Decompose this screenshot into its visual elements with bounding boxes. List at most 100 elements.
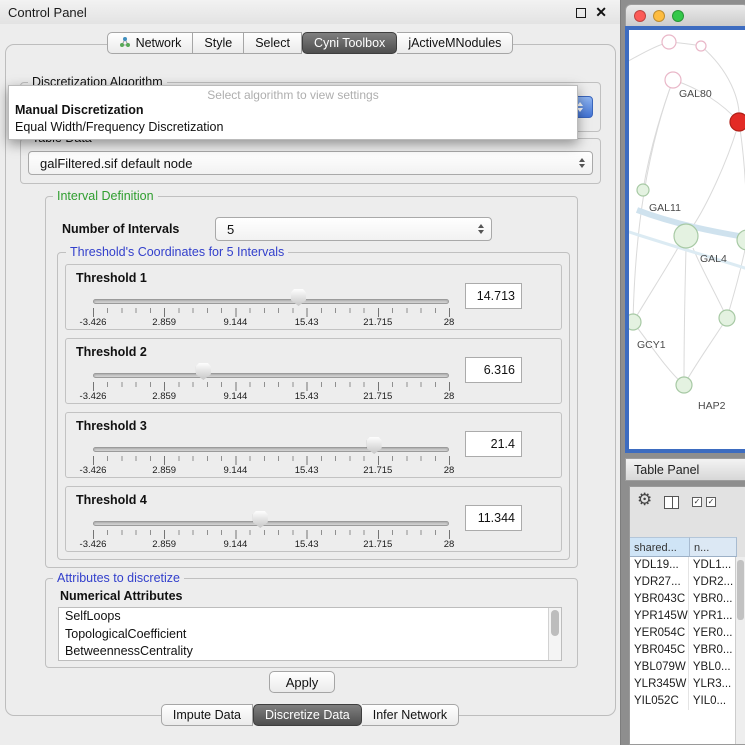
algorithm-hint: Select algorithm to view settings bbox=[9, 86, 577, 102]
network-edge[interactable] bbox=[673, 80, 739, 122]
table-row[interactable]: YBL079WYBL0... bbox=[630, 659, 735, 676]
threshold-label: Threshold 4 bbox=[76, 493, 147, 507]
column-header-1[interactable]: shared... bbox=[630, 537, 690, 557]
tick-label: 28 bbox=[444, 465, 455, 476]
algorithm-option-manual-discretization[interactable]: Manual Discretization bbox=[9, 102, 577, 119]
tick-label: 15.43 bbox=[295, 465, 319, 476]
threshold-slider[interactable]: -3.4262.8599.14415.4321.71528 bbox=[86, 507, 458, 551]
close-traffic-light-icon[interactable] bbox=[634, 10, 646, 22]
minimize-traffic-light-icon[interactable] bbox=[653, 10, 665, 22]
table-data-combobox[interactable]: galFiltered.sif default node bbox=[28, 151, 593, 175]
table-row[interactable]: YBR043CYBR0... bbox=[630, 591, 735, 608]
node-label-gal80: GAL80 bbox=[679, 88, 712, 100]
table-cell: YER054C bbox=[630, 625, 689, 642]
threshold-value-field[interactable] bbox=[465, 283, 522, 309]
network-edge[interactable] bbox=[739, 122, 745, 240]
table-row[interactable]: YBR045CYBR0... bbox=[630, 642, 735, 659]
threshold-slider[interactable]: -3.4262.8599.14415.4321.71528 bbox=[86, 285, 458, 329]
zoom-traffic-light-icon[interactable] bbox=[672, 10, 684, 22]
tick-label: 2.859 bbox=[152, 539, 176, 550]
tab-jactivemnodules[interactable]: jActiveMNodules bbox=[397, 32, 513, 54]
attributes-list-scrollbar[interactable] bbox=[548, 608, 561, 660]
network-node[interactable] bbox=[730, 113, 745, 131]
table-row[interactable]: YER054CYER0... bbox=[630, 625, 735, 642]
threshold-panel-3: Threshold 3-3.4262.8599.14415.4321.71528 bbox=[65, 412, 562, 478]
tab-select[interactable]: Select bbox=[244, 32, 302, 54]
network-edge[interactable] bbox=[684, 318, 727, 385]
top-tab-strip: Network Style Select Cyni ToolboxjActiveMNo… bbox=[0, 32, 620, 54]
bottom-tab-strip: Impute DataDiscretize Data Infer Network bbox=[0, 704, 620, 726]
network-edge[interactable] bbox=[633, 246, 679, 322]
table-panel-header[interactable]: Table Panel bbox=[625, 458, 745, 481]
tab-label: Select bbox=[255, 36, 290, 50]
tab-label: Network bbox=[136, 36, 182, 50]
network-node[interactable] bbox=[676, 377, 692, 393]
network-node[interactable] bbox=[662, 35, 676, 49]
table-row[interactable]: YPR145WYPR1... bbox=[630, 608, 735, 625]
attribute-item-topologicalcoefficient[interactable]: TopologicalCoefficient bbox=[59, 626, 561, 644]
network-edge[interactable] bbox=[633, 322, 684, 385]
network-node[interactable] bbox=[629, 314, 641, 330]
network-edge[interactable] bbox=[684, 249, 686, 385]
threshold-slider[interactable]: -3.4262.8599.14415.4321.71528 bbox=[86, 359, 458, 403]
tab-impute-data[interactable]: Impute Data bbox=[161, 704, 253, 726]
table-row[interactable]: YIL052CYIL0... bbox=[630, 693, 735, 710]
select-all-checkbox-icon[interactable]: ✓ bbox=[692, 497, 702, 507]
close-window-icon[interactable]: ✕ bbox=[595, 4, 607, 21]
select-none-checkbox-icon[interactable]: ✓ bbox=[706, 497, 716, 507]
table-header-row: shared...n... bbox=[630, 537, 737, 557]
table-cell: YER0... bbox=[689, 625, 735, 642]
threshold-value-field[interactable] bbox=[465, 431, 522, 457]
network-edge[interactable] bbox=[633, 80, 673, 322]
network-canvas[interactable]: GAL80GAL11GAL4GCY1HAP2 bbox=[629, 30, 745, 449]
column-header-2[interactable]: n... bbox=[690, 537, 737, 557]
network-edge[interactable] bbox=[693, 122, 739, 226]
node-label-gcy1: GCY1 bbox=[637, 339, 666, 351]
table-row[interactable]: YDL19...YDL1... bbox=[630, 557, 735, 574]
network-edge[interactable] bbox=[701, 46, 739, 122]
network-node[interactable] bbox=[665, 72, 681, 88]
tick-label: 21.715 bbox=[363, 391, 392, 402]
tab-discretize-data[interactable]: Discretize Data bbox=[253, 704, 362, 726]
float-window-icon[interactable] bbox=[576, 8, 586, 18]
threshold-panel-2: Threshold 2-3.4262.8599.14415.4321.71528 bbox=[65, 338, 562, 404]
threshold-value-field[interactable] bbox=[465, 357, 522, 383]
node-label-gal11: GAL11 bbox=[649, 202, 681, 214]
algorithm-option-equal-width-frequency-discretization[interactable]: Equal Width/Frequency Discretization bbox=[9, 119, 577, 136]
slider-track[interactable] bbox=[93, 373, 449, 378]
tab-infer-network[interactable]: Infer Network bbox=[362, 704, 459, 726]
network-view-window: GAL80GAL11GAL4GCY1HAP2 bbox=[625, 4, 745, 453]
threshold-slider[interactable]: -3.4262.8599.14415.4321.71528 bbox=[86, 433, 458, 477]
tick-label: 9.144 bbox=[224, 391, 248, 402]
slider-track[interactable] bbox=[93, 521, 449, 526]
num-intervals-combobox[interactable]: 5 bbox=[215, 217, 492, 241]
gear-icon[interactable]: ⚙ bbox=[637, 490, 652, 510]
tab-label: Infer Network bbox=[373, 708, 447, 722]
network-view-frame: GAL80GAL11GAL4GCY1HAP2 bbox=[625, 26, 745, 453]
scrollbar-thumb[interactable] bbox=[551, 610, 559, 636]
table-row[interactable]: YLR345WYLR3... bbox=[630, 676, 735, 693]
network-edge[interactable] bbox=[727, 240, 745, 318]
network-node[interactable] bbox=[696, 41, 706, 51]
tick-label: -3.426 bbox=[80, 539, 107, 550]
columns-icon[interactable] bbox=[664, 496, 679, 509]
table-cell: YDR2... bbox=[689, 574, 735, 591]
threshold-value-field[interactable] bbox=[465, 505, 522, 531]
network-node[interactable] bbox=[719, 310, 735, 326]
network-node[interactable] bbox=[674, 224, 698, 248]
tick-label: 15.43 bbox=[295, 391, 319, 402]
table-scrollbar[interactable] bbox=[735, 557, 745, 744]
tab-network[interactable]: Network bbox=[107, 32, 194, 54]
table-row[interactable]: YDR27...YDR2... bbox=[630, 574, 735, 591]
scrollbar-thumb[interactable] bbox=[737, 560, 744, 620]
slider-track[interactable] bbox=[93, 447, 449, 452]
attribute-item-selfloops[interactable]: SelfLoops bbox=[59, 608, 561, 626]
tab-style[interactable]: Style bbox=[193, 32, 244, 54]
threshold-panel-1: Threshold 1-3.4262.8599.14415.4321.71528 bbox=[65, 264, 562, 330]
apply-button[interactable]: Apply bbox=[269, 671, 335, 693]
slider-track[interactable] bbox=[93, 299, 449, 304]
tick-label: 28 bbox=[444, 539, 455, 550]
tab-cyni-toolbox[interactable]: Cyni Toolbox bbox=[302, 32, 397, 54]
attribute-item-betweennesscentrality[interactable]: BetweennessCentrality bbox=[59, 643, 561, 661]
network-node[interactable] bbox=[637, 184, 649, 196]
